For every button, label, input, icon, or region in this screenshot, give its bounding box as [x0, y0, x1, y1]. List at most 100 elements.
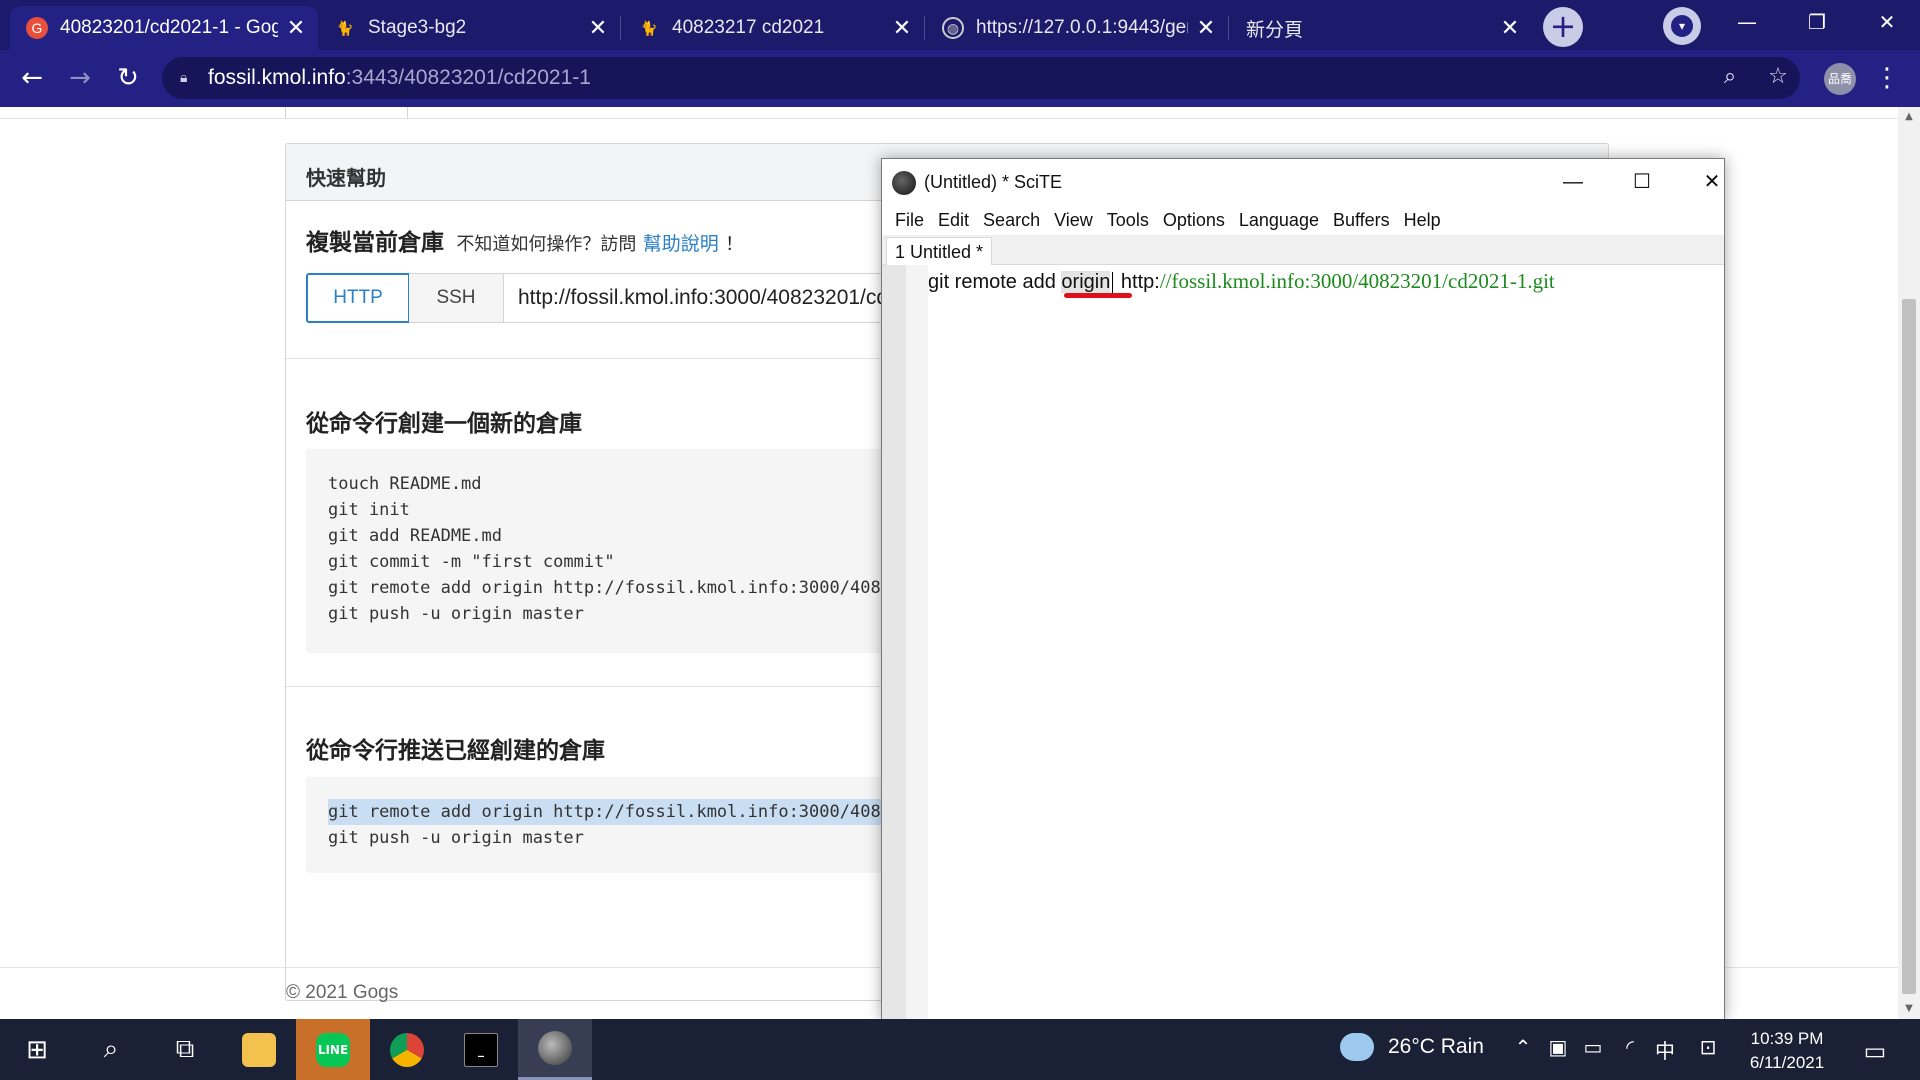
battery-icon[interactable]: ▭: [1578, 1035, 1608, 1059]
editor-line[interactable]: git remote add origin http://fossil.kmol…: [928, 269, 1555, 294]
browser-toolbar: ← → ↻ 🔒︎ fossil.kmol.info:3443/40823201/…: [0, 50, 1920, 107]
profile-avatar[interactable]: 品喬: [1824, 63, 1856, 95]
chrome-icon[interactable]: [370, 1019, 444, 1080]
notification-icon[interactable]: ▭: [1855, 1031, 1895, 1071]
http-clone-button[interactable]: HTTP: [306, 273, 410, 323]
task-view-icon[interactable]: ⧉: [148, 1019, 222, 1080]
help-link[interactable]: 幫助說明: [643, 234, 719, 255]
push-existing-title: 從命令行推送已經創建的倉庫: [306, 737, 605, 763]
clock-time: 10:39 PM: [1750, 1029, 1824, 1048]
close-tab-icon[interactable]: ✕: [892, 15, 912, 41]
menu-options[interactable]: Options: [1156, 205, 1232, 235]
ime-indicator[interactable]: 中: [1650, 1035, 1680, 1064]
menu-file[interactable]: File: [888, 205, 931, 235]
scite-buffer-tab[interactable]: 1 Untitled *: [886, 237, 993, 265]
clone-note-bang: ！: [725, 234, 744, 254]
browser-tab-gogs[interactable]: G 40823201/cd2021-1 - Gog ✕: [10, 6, 318, 50]
meet-now-icon[interactable]: ▣: [1543, 1035, 1573, 1059]
tab-separator: [620, 16, 621, 40]
gogs-icon: G: [26, 17, 48, 39]
tab-search-button[interactable]: ▾: [1663, 7, 1701, 45]
search-icon[interactable]: ⌕: [74, 1019, 148, 1080]
weather-text: 26°C Rain: [1388, 1035, 1484, 1058]
globe-icon: ◍: [942, 17, 964, 39]
github-icon: 🐈: [336, 19, 354, 36]
tab-separator: [1228, 16, 1229, 40]
scite-taskbar-icon[interactable]: [518, 1019, 592, 1080]
window-close-button[interactable]: ✕: [1852, 0, 1920, 46]
menu-search[interactable]: Search: [976, 205, 1047, 235]
close-tab-icon[interactable]: ✕: [1196, 15, 1216, 41]
close-tab-icon[interactable]: ✕: [588, 15, 608, 41]
scroll-up-icon[interactable]: ▲: [1898, 107, 1920, 127]
browser-tab-stage3[interactable]: 🐈 Stage3-bg2 ✕: [318, 6, 620, 50]
editor-url-text: //fossil.kmol.info:3000/40823201/cd2021-…: [1159, 269, 1555, 293]
menu-buffers[interactable]: Buffers: [1326, 205, 1397, 235]
back-button[interactable]: ←: [12, 58, 52, 98]
new-tab-button[interactable]: +: [1543, 7, 1583, 47]
browser-tab-newtab[interactable]: 新分頁 ✕: [1230, 6, 1532, 50]
footer-copyright: © 2021 Gogs: [286, 982, 399, 1003]
menu-edit[interactable]: Edit: [931, 205, 976, 235]
terminal-icon[interactable]: _: [444, 1019, 518, 1080]
fold-margin: [906, 265, 928, 1021]
red-underline-annotation: [1064, 293, 1132, 298]
tab-title: 40823217 cd2021: [672, 17, 825, 38]
editor-selected-text: origin: [1061, 271, 1111, 293]
input-mode-icon[interactable]: ⊡: [1693, 1035, 1723, 1059]
console-icon: _: [464, 1032, 498, 1067]
rain-cloud-icon: [1340, 1033, 1374, 1061]
clone-section-title: 複製當前倉庫 不知道如何操作？訪問 幫助說明 ！: [306, 223, 743, 257]
menu-language[interactable]: Language: [1232, 205, 1326, 235]
scite-logo-icon: [538, 1031, 572, 1065]
editor-text: git remote add: [928, 271, 1062, 293]
start-button[interactable]: ⊞: [0, 1019, 74, 1080]
forward-button[interactable]: →: [60, 58, 100, 98]
bookmark-star-icon[interactable]: ☆: [1758, 57, 1798, 97]
menu-help[interactable]: Help: [1397, 205, 1448, 235]
reload-button[interactable]: ↻: [108, 58, 148, 98]
scite-titlebar[interactable]: (Untitled) * SciTE — ☐ ✕: [882, 159, 1724, 205]
repo-tab-stub: [285, 107, 408, 119]
tab-separator: [924, 16, 925, 40]
scrollbar-thumb[interactable]: [1902, 299, 1916, 994]
line-logo-icon: LINE: [316, 1032, 350, 1067]
address-host: fossil.kmol.info: [208, 66, 346, 89]
new-repo-title: 從命令行創建一個新的倉庫: [306, 410, 582, 436]
window-minimize-button[interactable]: —: [1712, 0, 1782, 46]
zoom-icon[interactable]: ⌕: [1710, 57, 1750, 97]
weather-widget[interactable]: 26°C Rain: [1340, 1033, 1484, 1061]
tab-title: Stage3-bg2: [368, 17, 467, 38]
scite-minimize-button[interactable]: —: [1550, 165, 1596, 199]
browser-tab-40823217[interactable]: 🐈 40823217 cd2021 ✕: [622, 6, 924, 50]
scite-window: (Untitled) * SciTE — ☐ ✕ File Edit Searc…: [881, 158, 1725, 1021]
page-scrollbar[interactable]: ▲ ▼: [1898, 107, 1920, 1019]
menu-tools[interactable]: Tools: [1100, 205, 1156, 235]
close-tab-icon[interactable]: ✕: [286, 15, 306, 41]
scroll-down-icon[interactable]: ▼: [1898, 999, 1920, 1019]
file-explorer-icon[interactable]: [222, 1019, 296, 1080]
chevron-up-icon[interactable]: ⌃: [1508, 1035, 1538, 1059]
line-app-icon[interactable]: LINE: [296, 1019, 370, 1080]
editor-text: http:: [1115, 271, 1160, 293]
tab-title: 新分頁: [1246, 19, 1304, 41]
scite-tabbar: 1 Untitled *: [882, 235, 1724, 265]
scite-title: (Untitled) * SciTE: [924, 172, 1063, 192]
scite-close-button[interactable]: ✕: [1689, 165, 1735, 199]
menu-view[interactable]: View: [1047, 205, 1100, 235]
window-restore-button[interactable]: ❐: [1782, 0, 1852, 46]
browser-tab-strip: G 40823201/cd2021-1 - Gog ✕ 🐈 Stage3-bg2…: [0, 0, 1920, 50]
tab-title: https://127.0.0.1:9443/ger: [976, 17, 1188, 38]
tab-title: 40823201/cd2021-1 - Gog: [60, 17, 278, 38]
line-number-margin: [882, 265, 906, 1021]
browser-tab-localhost[interactable]: ◍ https://127.0.0.1:9443/ger ✕: [926, 6, 1228, 50]
system-clock[interactable]: 10:39 PM 6/11/2021: [1732, 1027, 1842, 1075]
scite-maximize-button[interactable]: ☐: [1619, 165, 1665, 199]
close-tab-icon[interactable]: ✕: [1500, 15, 1520, 41]
scite-logo-icon: [892, 171, 916, 195]
address-bar[interactable]: 🔒︎ fossil.kmol.info:3443/40823201/cd2021…: [162, 57, 1800, 99]
clone-note: 不知道如何操作？訪問: [456, 234, 637, 254]
ssh-clone-button[interactable]: SSH: [409, 273, 504, 323]
browser-menu-icon[interactable]: ⋮: [1870, 58, 1904, 98]
wifi-icon[interactable]: ◜: [1615, 1035, 1645, 1059]
